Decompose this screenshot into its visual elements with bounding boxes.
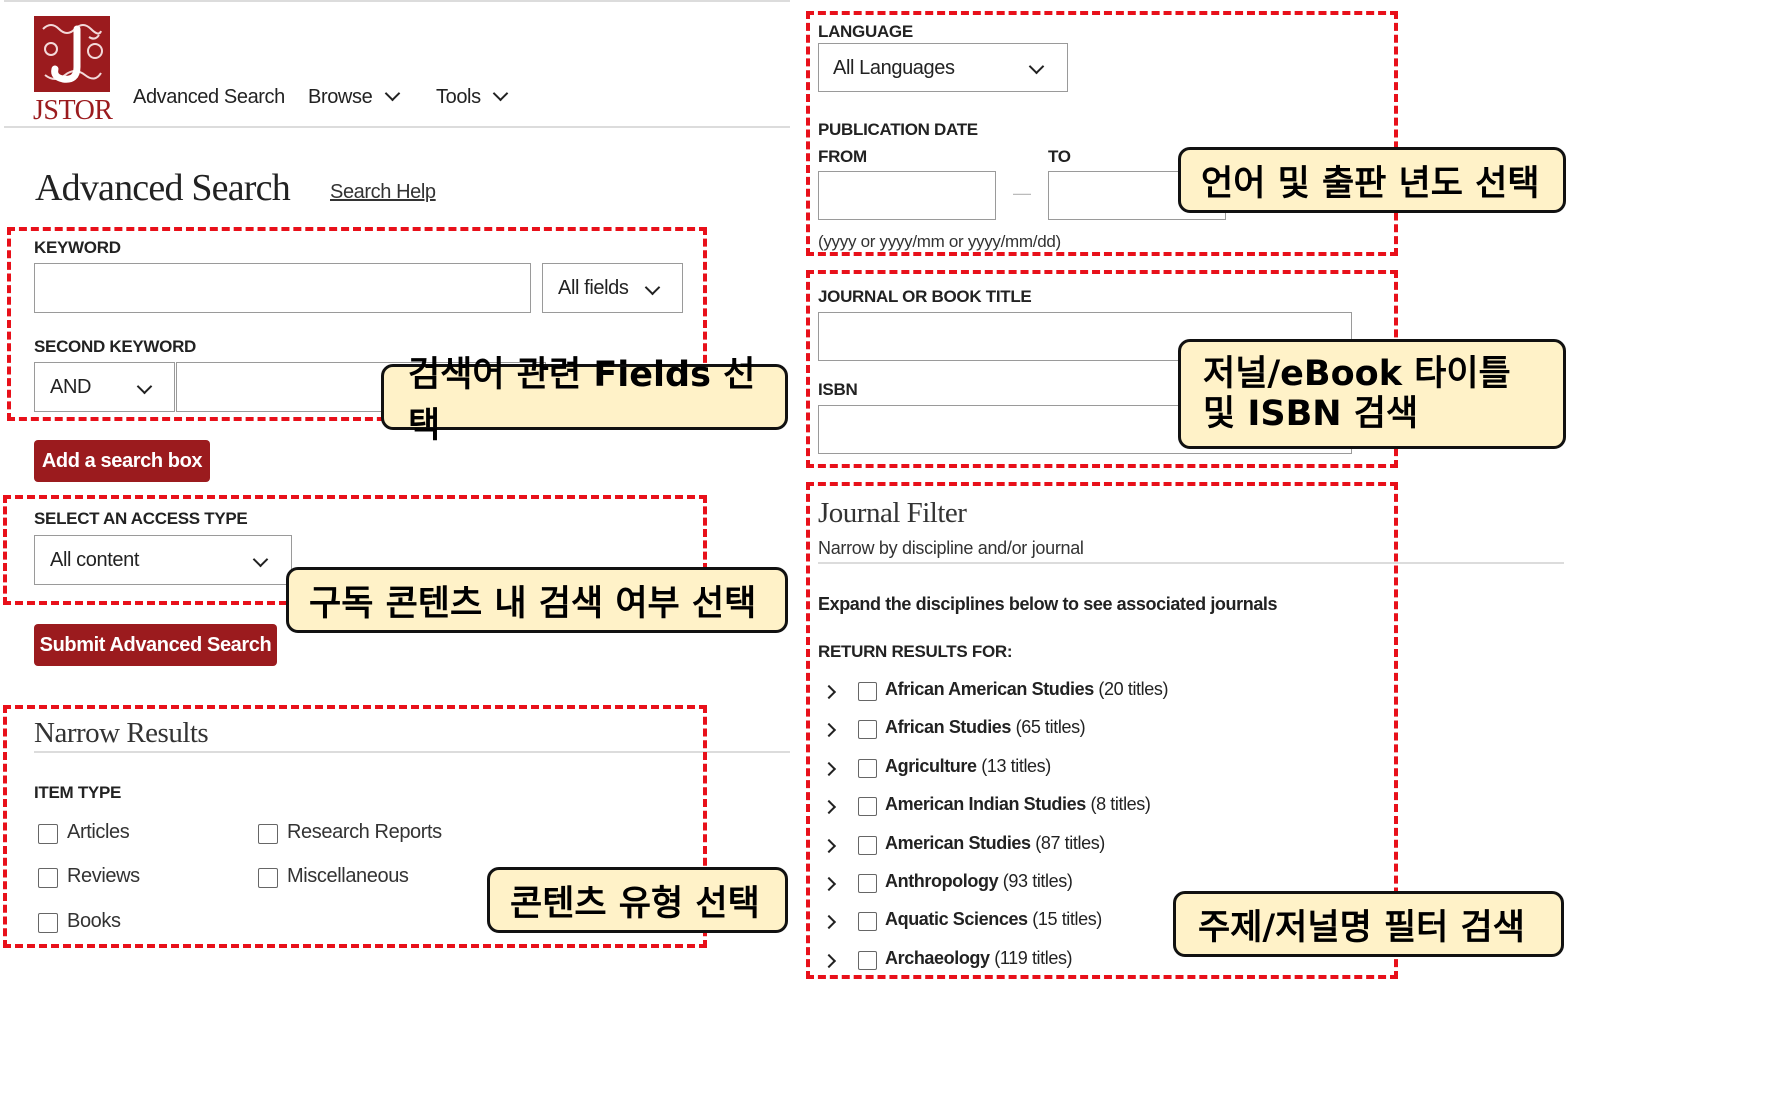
search-help-link[interactable]: Search Help [330,181,436,204]
callout-journal-filter: 주제/저널명 필터 검색 [1173,891,1564,957]
page-title: Advanced Search [35,167,291,209]
callout-title-isbn: 저널/eBook 타이틀 및 ISBN 검색 [1178,339,1566,449]
nav-divider [4,126,790,128]
submit-advanced-search-button[interactable]: Submit Advanced Search [34,624,277,666]
nav-browse-label: Browse [308,86,373,108]
annotation-box-language-date [806,11,1398,256]
jstor-logo[interactable]: JSTOR [33,15,113,127]
nav-advanced-search[interactable]: Advanced Search [133,86,285,109]
jstor-logo-icon [34,16,110,92]
callout-item-type: 콘텐츠 유형 선택 [487,867,788,933]
chevron-down-icon [384,85,401,102]
callout-language-date: 언어 및 출판 년도 선택 [1178,147,1566,213]
nav-tools-label: Tools [436,86,481,108]
nav-tools[interactable]: Tools [436,85,509,109]
chevron-down-icon [492,85,509,102]
add-search-box-button[interactable]: Add a search box [34,440,210,482]
top-divider [4,0,790,2]
nav-browse[interactable]: Browse [308,85,401,109]
callout-access-type: 구독 콘텐츠 내 검색 여부 선택 [286,567,788,633]
callout-keyword-fields: 검색어 관련 Fields 선택 [381,355,788,446]
logo-text: JSTOR [33,95,113,126]
